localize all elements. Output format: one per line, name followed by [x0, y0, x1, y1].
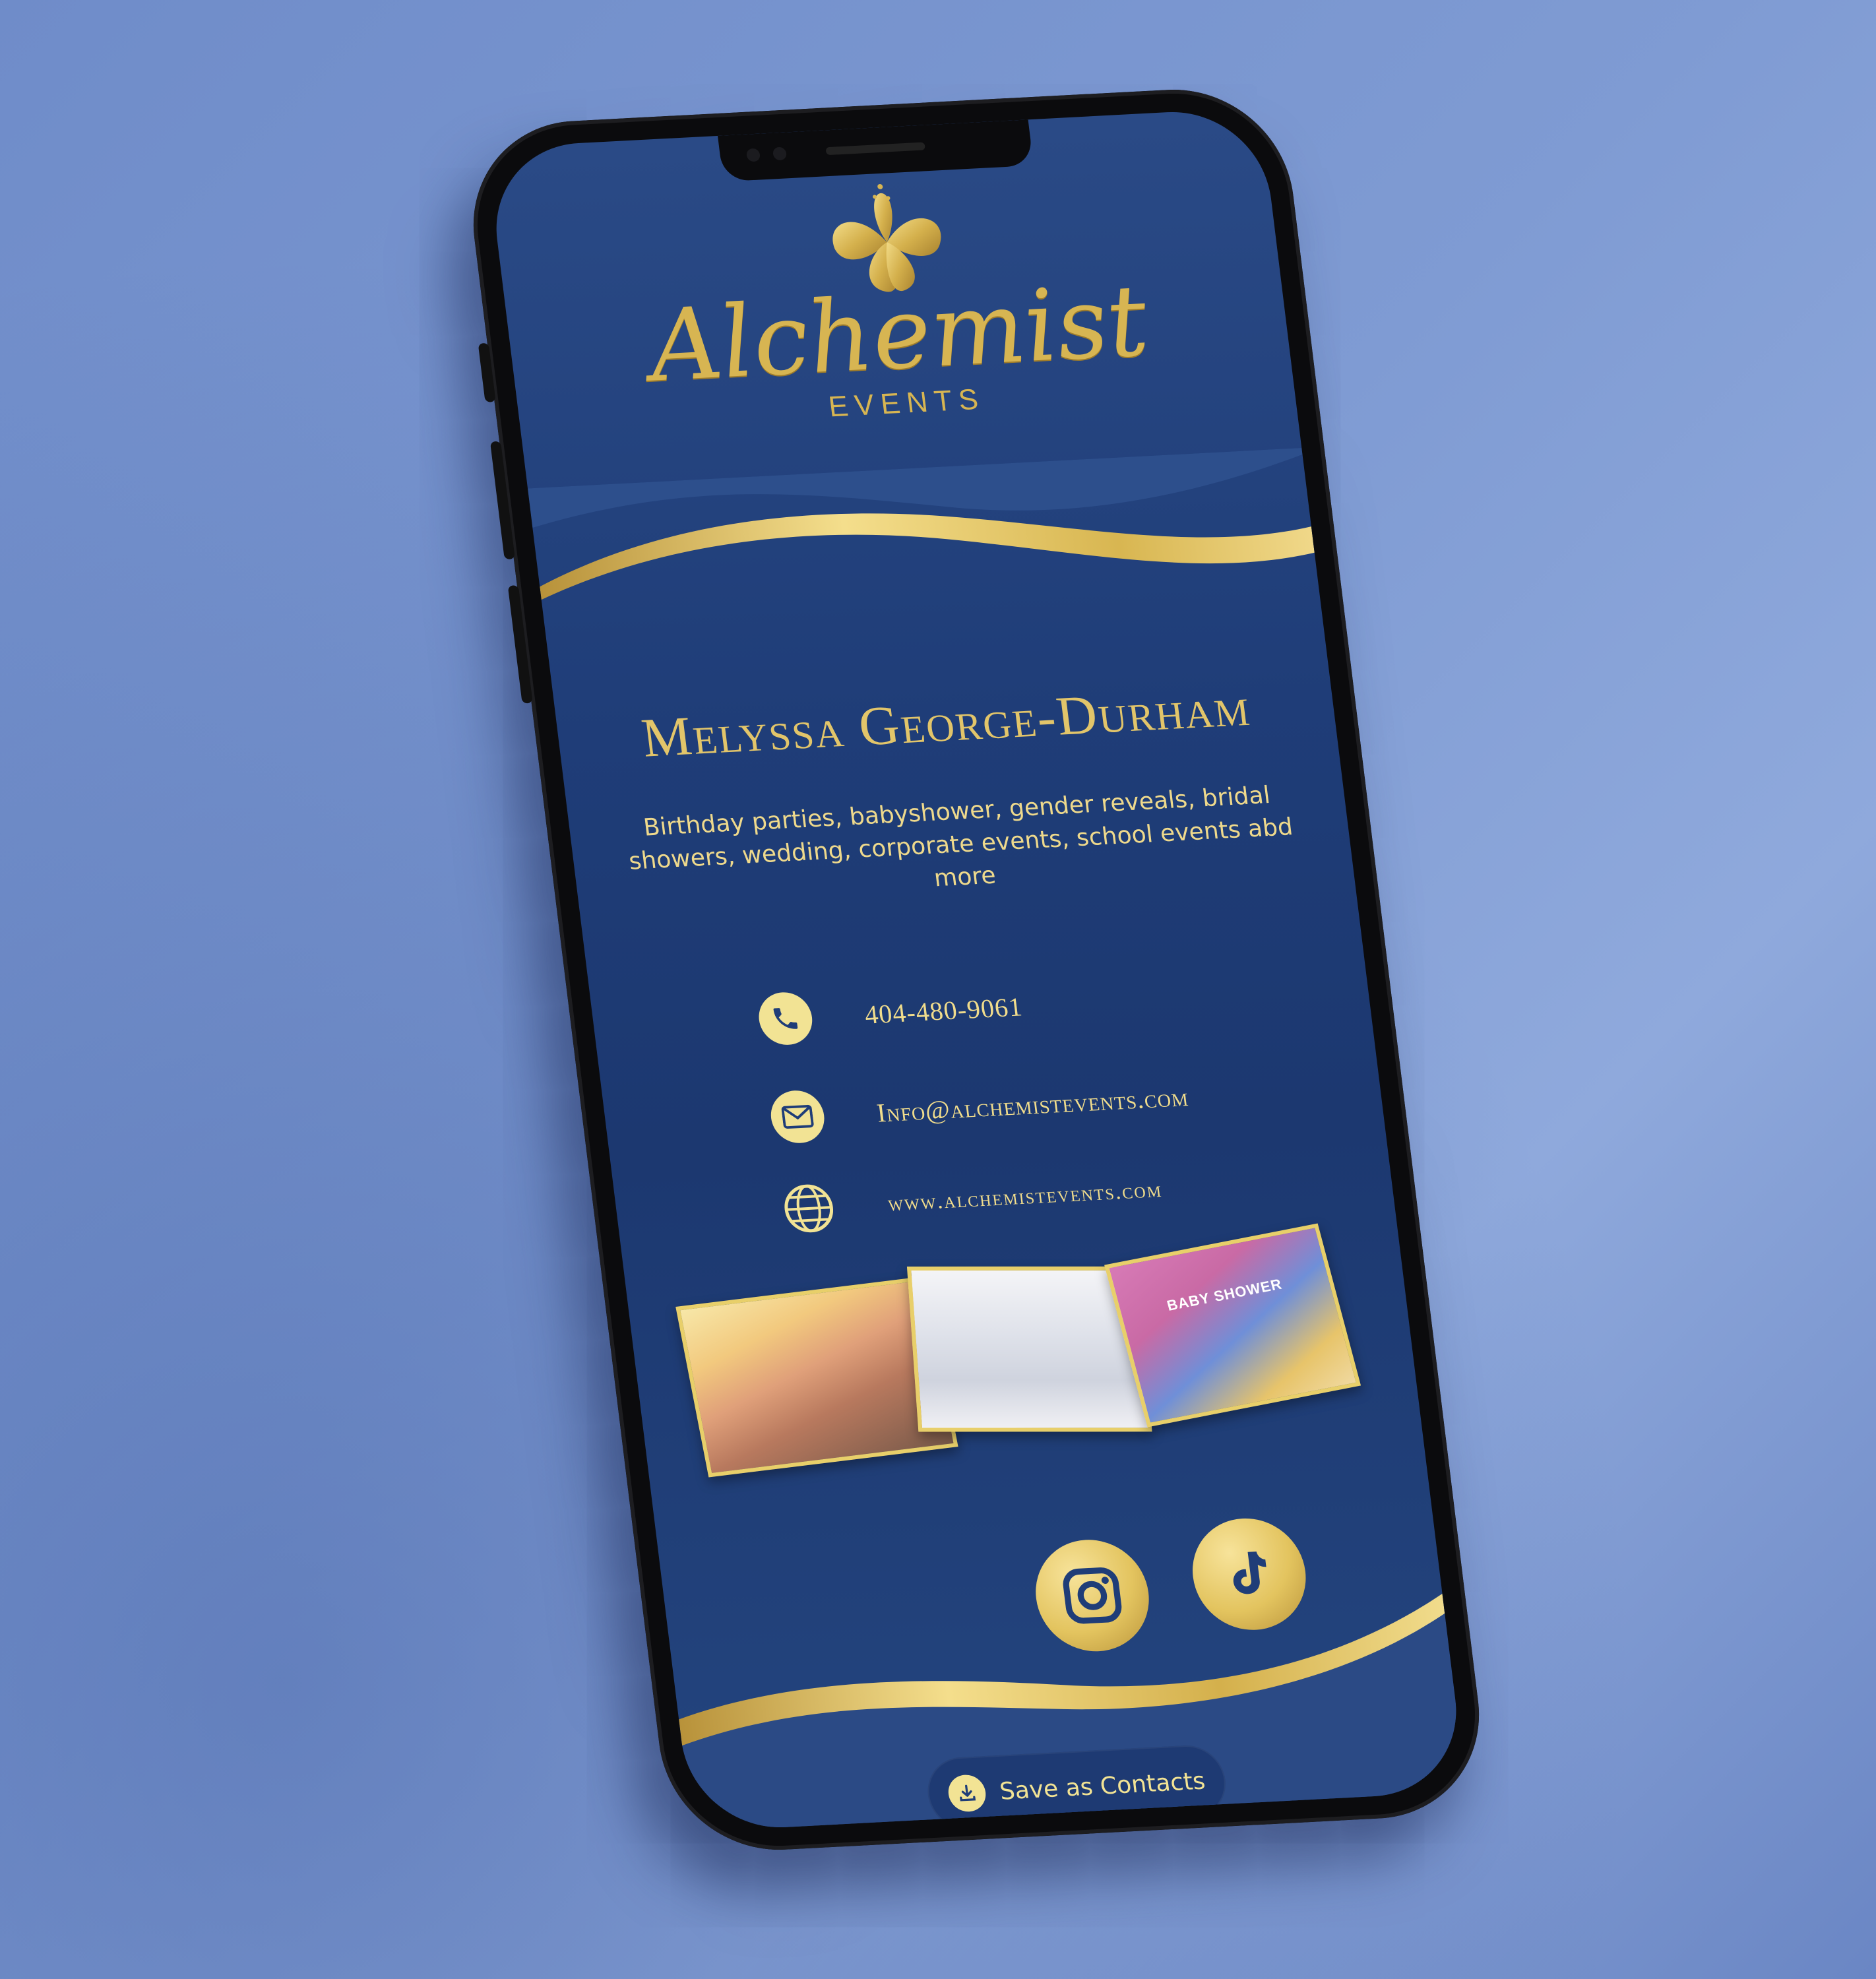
- save-as-contacts-button[interactable]: Save as Contacts: [923, 1743, 1230, 1832]
- contact-website[interactable]: www.alchemistevents.com: [779, 1160, 1166, 1239]
- email-address: Info@alchemistevents.com: [875, 1081, 1191, 1128]
- speaker-grille: [825, 142, 925, 156]
- download-icon: [946, 1774, 988, 1813]
- save-as-contacts-label: Save as Contacts: [998, 1767, 1207, 1806]
- phone-icon: [755, 991, 815, 1046]
- camera-dot: [745, 148, 761, 162]
- photo-baby-shower[interactable]: BABY SHOWER: [1104, 1223, 1361, 1428]
- globe-icon: [779, 1181, 838, 1236]
- mail-icon: [768, 1089, 828, 1145]
- profile-name: Melyssa George-Durham: [638, 676, 1254, 769]
- sensor-dot: [772, 146, 788, 161]
- phone-notch: [718, 119, 1034, 182]
- phone-number: 404-480-9061: [863, 991, 1024, 1030]
- gold-wave-top: [528, 447, 1315, 600]
- website-url: www.alchemistevents.com: [887, 1178, 1164, 1216]
- services-text: Birthday parties, babyshower, gender rev…: [627, 782, 1295, 893]
- photo-baby-shower-caption: BABY SHOWER: [1165, 1275, 1284, 1314]
- contact-phone[interactable]: 404-480-9061: [755, 977, 1026, 1050]
- brand-logo: Alchemist EVENTS: [492, 160, 1296, 440]
- photo-gallery: BABY SHOWER: [675, 1223, 1368, 1478]
- contact-email[interactable]: Info@alchemistevents.com: [768, 1067, 1192, 1147]
